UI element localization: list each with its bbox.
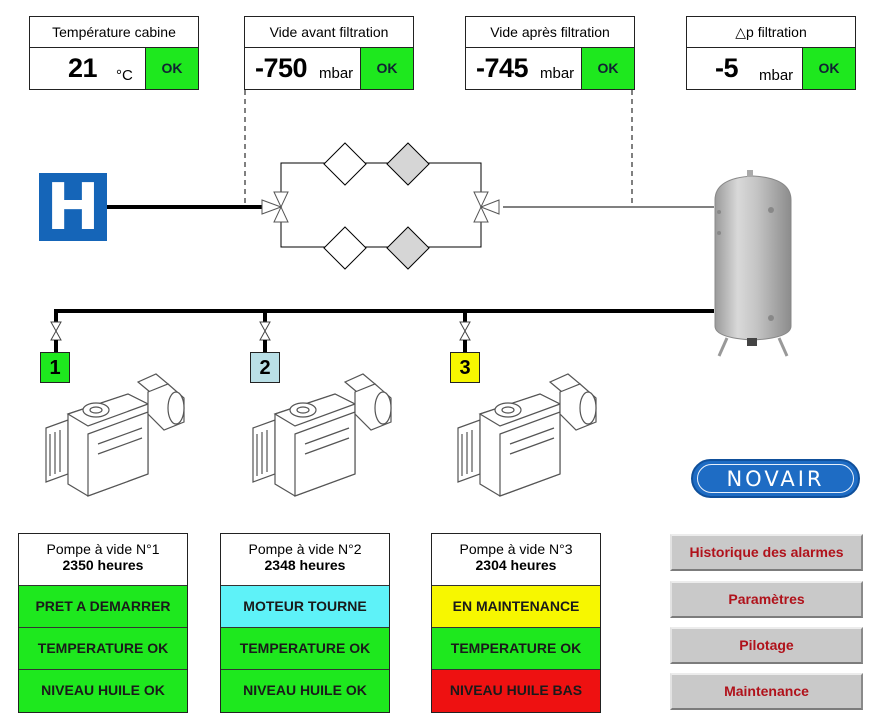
- measurement-unit: °C: [116, 67, 133, 84]
- filter-bottom-1: [323, 226, 367, 270]
- measurement-value: -745: [476, 53, 529, 83]
- pump-temperature-row: TEMPERATURE OK: [19, 628, 187, 670]
- pump-valve-3[interactable]: [459, 321, 471, 341]
- status-badge: OK: [360, 48, 413, 89]
- pump-oil-level-row: NIVEAU HUILE BAS: [432, 670, 600, 712]
- pump-hours: 2304 heures: [475, 557, 557, 573]
- novair-logo: NOVAIR: [691, 459, 860, 498]
- status-badge: OK: [581, 48, 634, 89]
- pump-hours: 2350 heures: [62, 557, 144, 573]
- pump-valve-1[interactable]: [50, 321, 62, 341]
- parameters-button[interactable]: Paramètres: [670, 581, 863, 618]
- vacuum-pump-icon[interactable]: [245, 364, 395, 504]
- measurement-value: -750: [255, 53, 308, 83]
- hospital-letter: H: [46, 171, 100, 245]
- measurement-title: △p filtration: [687, 17, 855, 48]
- maintenance-button[interactable]: Maintenance: [670, 673, 863, 710]
- collector-pipe: [54, 309, 714, 322]
- pump-state-row: MOTEUR TOURNE: [221, 586, 389, 628]
- pump-name: Pompe à vide N°1: [46, 541, 160, 557]
- pump-valve-2[interactable]: [259, 321, 271, 341]
- pump-panel-3: Pompe à vide N°3 2304 heures EN MAINTENA…: [431, 533, 601, 713]
- pump-name: Pompe à vide N°2: [248, 541, 362, 557]
- three-way-valve-left[interactable]: [261, 191, 289, 223]
- measurement-unit: mbar: [759, 67, 794, 84]
- pump-panel-2: Pompe à vide N°2 2348 heures MOTEUR TOUR…: [220, 533, 390, 713]
- three-way-valve-right[interactable]: [473, 191, 500, 223]
- measurement-unit: mbar: [319, 65, 354, 82]
- measurement-value: -5: [715, 53, 739, 83]
- pump-hours: 2348 heures: [264, 557, 346, 573]
- hospital-icon: H: [39, 171, 107, 245]
- measurement-unit: mbar: [540, 65, 575, 82]
- pump-panel-header: Pompe à vide N°1 2350 heures: [19, 534, 187, 586]
- measurement-vide-apres-filtration: Vide après filtration -745 mbar OK: [465, 16, 635, 90]
- filter-bottom-2: [386, 226, 430, 270]
- filter-loop-top: [280, 162, 482, 195]
- control-button[interactable]: Pilotage: [670, 627, 863, 664]
- pump-panel-header: Pompe à vide N°2 2348 heures: [221, 534, 389, 586]
- status-badge: OK: [802, 48, 855, 89]
- measurement-title: Température cabine: [30, 17, 198, 48]
- filter-top-2: [386, 142, 430, 186]
- pump-temperature-row: TEMPERATURE OK: [221, 628, 389, 670]
- measurement-temperature-cabine: Température cabine 21 °C OK: [29, 16, 199, 90]
- measurement-vide-avant-filtration: Vide avant filtration -750 mbar OK: [244, 16, 414, 90]
- pump-state-row: PRET A DEMARRER: [19, 586, 187, 628]
- logo-text: NOVAIR: [726, 467, 825, 491]
- pump-temperature-row: TEMPERATURE OK: [432, 628, 600, 670]
- vacuum-tank-icon: [714, 170, 792, 357]
- alarm-history-button[interactable]: Historique des alarmes: [670, 534, 863, 571]
- measurement-title: Vide après filtration: [466, 17, 634, 48]
- measurement-delta-p-filtration: △p filtration -5 mbar OK: [686, 16, 856, 90]
- pump-name: Pompe à vide N°3: [459, 541, 573, 557]
- pump-oil-level-row: NIVEAU HUILE OK: [19, 670, 187, 712]
- measurement-value: 21: [68, 53, 98, 83]
- vacuum-pump-icon[interactable]: [450, 364, 600, 504]
- pump-oil-level-row: NIVEAU HUILE OK: [221, 670, 389, 712]
- measurement-title: Vide avant filtration: [245, 17, 413, 48]
- pump-panel-1: Pompe à vide N°1 2350 heures PRET A DEMA…: [18, 533, 188, 713]
- vacuum-pump-icon[interactable]: [38, 364, 188, 504]
- filter-top-1: [323, 142, 367, 186]
- status-badge: OK: [145, 48, 198, 89]
- pump-state-row: EN MAINTENANCE: [432, 586, 600, 628]
- pump-panel-header: Pompe à vide N°3 2304 heures: [432, 534, 600, 586]
- filter-loop-bottom: [280, 219, 482, 248]
